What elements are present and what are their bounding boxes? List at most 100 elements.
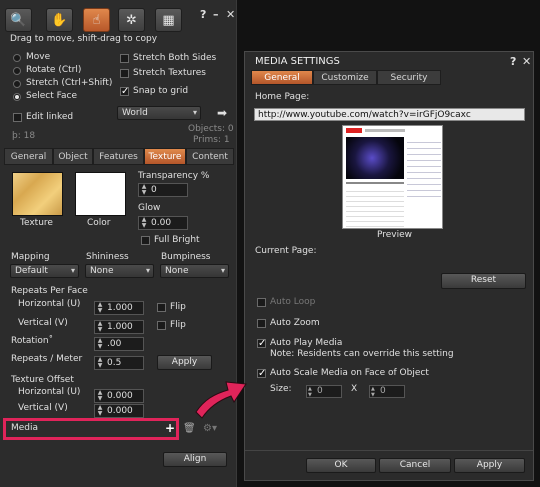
mode-stretch-label: Stretch (Ctrl+Shift)	[26, 78, 113, 88]
spinner-arrows-icon: ▲ ▼	[141, 216, 147, 229]
prims-count: Prims: 1	[193, 135, 230, 145]
mapping-label: Mapping	[11, 252, 50, 262]
spinner-arrows-icon: ▲ ▼	[97, 337, 103, 350]
auto-loop-label: Auto Loop	[270, 297, 316, 307]
horizontal-label: Horizontal (U)	[18, 299, 81, 309]
auto-loop-checkbox[interactable]	[257, 298, 266, 307]
rotation-spinner[interactable]: ▲ ▼ .00	[94, 337, 144, 351]
snap-grid-checkbox[interactable]: ✓	[120, 87, 129, 97]
mode-select-face-radio[interactable]	[13, 93, 21, 101]
horizontal-repeat-spinner[interactable]: ▲ ▼ 1.000	[94, 301, 144, 315]
add-media-button[interactable]: +	[165, 421, 175, 435]
edit-linked-checkbox[interactable]	[13, 113, 22, 122]
tab-general[interactable]: General	[251, 70, 313, 85]
auto-play-checkbox[interactable]: ✓	[257, 339, 266, 349]
help-icon[interactable]: ?	[510, 55, 516, 68]
media-label: Media	[11, 423, 39, 433]
flip-v-label: Flip	[170, 320, 186, 330]
grid-options-arrow-icon[interactable]: ➡	[217, 106, 227, 120]
grab-tool-icon[interactable]: ✋	[46, 8, 73, 32]
stretch-textures-checkbox[interactable]	[120, 69, 129, 78]
glow-label: Glow	[138, 203, 161, 213]
help-icon[interactable]: ?	[200, 8, 206, 21]
current-page-label: Current Page:	[255, 246, 317, 256]
mode-select-face-label: Select Face	[26, 91, 77, 101]
transparency-spinner[interactable]: ▲ ▼ 0	[138, 183, 188, 197]
vertical-repeat-spinner[interactable]: ▲ ▼ 1.000	[94, 320, 144, 334]
flip-v-checkbox[interactable]	[157, 321, 166, 330]
rotation-value: .00	[107, 339, 122, 349]
color-label: Color	[87, 218, 111, 228]
focus-tool-icon[interactable]: 🔍	[5, 8, 32, 32]
home-page-label: Home Page:	[255, 92, 310, 102]
media-settings-floater: MEDIA SETTINGS ? ✕ General Customize Sec…	[244, 51, 534, 481]
repeats-meter-value: 0.5	[107, 358, 122, 368]
texture-swatch[interactable]	[12, 172, 63, 216]
bumpiness-dropdown[interactable]: None ▾	[160, 264, 229, 278]
offset-horizontal-value: 0.000	[107, 391, 133, 401]
build-tabs: General Object Features Texture Content	[4, 148, 234, 165]
media-settings-title: MEDIA SETTINGS	[255, 56, 340, 67]
gear-icon[interactable]: ⚙▾	[203, 423, 217, 434]
size-x-label: X	[351, 384, 358, 394]
color-swatch[interactable]	[75, 172, 126, 216]
spinner-arrows-icon: ▲ ▼	[97, 389, 103, 402]
apply-button[interactable]: Apply	[454, 458, 525, 473]
land-tool-icon[interactable]: ▦	[155, 8, 182, 32]
grid-mode-dropdown[interactable]: World ▾	[117, 106, 201, 120]
shininess-value: None	[90, 266, 114, 276]
full-bright-checkbox[interactable]	[141, 236, 150, 245]
tab-security[interactable]: Security	[377, 70, 441, 85]
tab-object[interactable]: Object	[53, 148, 93, 165]
spinner-arrows-icon: ▲ ▼	[371, 386, 375, 398]
mode-stretch-radio[interactable]	[13, 80, 21, 88]
mode-move-radio[interactable]	[13, 54, 21, 62]
offset-vertical-value: 0.000	[107, 406, 133, 416]
close-icon[interactable]: ✕	[522, 55, 531, 68]
trash-icon[interactable]: 🗑	[183, 423, 196, 434]
offset-horizontal-label: Horizontal (U)	[18, 387, 81, 397]
repeats-per-face-label: Repeats Per Face	[11, 286, 88, 296]
mapping-dropdown[interactable]: Default ▾	[10, 264, 79, 278]
mode-rotate-radio[interactable]	[13, 67, 21, 75]
size-height-spinner[interactable]: ▲ ▼ 0	[369, 385, 405, 398]
repeats-meter-spinner[interactable]: ▲ ▼ 0.5	[94, 356, 144, 370]
auto-zoom-checkbox[interactable]	[257, 319, 266, 328]
objects-count: Objects: 0	[188, 124, 234, 134]
chevron-down-icon: ▾	[192, 108, 197, 117]
texture-offset-label: Texture Offset	[11, 375, 74, 385]
align-button[interactable]: Align	[163, 452, 227, 467]
tab-content[interactable]: Content	[186, 148, 234, 165]
size-width-spinner[interactable]: ▲ ▼ 0	[306, 385, 342, 398]
close-icon[interactable]: ✕	[226, 8, 235, 21]
home-page-url-input[interactable]: http://www.youtube.com/watch?v=irGFjO9ca…	[254, 108, 525, 121]
glow-spinner[interactable]: ▲ ▼ 0.00	[138, 216, 188, 230]
spinner-arrows-icon: ▲ ▼	[141, 183, 147, 196]
auto-play-note: Note: Residents can override this settin…	[270, 349, 454, 359]
mode-move-label: Move	[26, 52, 51, 62]
offset-vertical-spinner[interactable]: ▲ ▼ 0.000	[94, 404, 144, 418]
edit-tool-icon[interactable]: ☝	[83, 8, 110, 32]
spinner-arrows-icon: ▲ ▼	[97, 356, 103, 369]
chevron-down-icon: ▾	[220, 266, 225, 275]
tab-customize[interactable]: Customize	[313, 70, 377, 85]
cancel-button[interactable]: Cancel	[379, 458, 451, 473]
tab-features[interactable]: Features	[93, 148, 144, 165]
flip-u-checkbox[interactable]	[157, 303, 166, 312]
auto-scale-checkbox[interactable]: ✓	[257, 369, 266, 379]
minimize-icon[interactable]: –	[213, 8, 219, 21]
spinner-arrows-icon: ▲ ▼	[97, 320, 103, 333]
size-height-value: 0	[380, 386, 386, 396]
shininess-dropdown[interactable]: None ▾	[85, 264, 154, 278]
ok-button[interactable]: OK	[306, 458, 376, 473]
offset-horizontal-spinner[interactable]: ▲ ▼ 0.000	[94, 389, 144, 403]
stretch-both-checkbox[interactable]	[120, 54, 129, 63]
grid-mode-value: World	[122, 108, 148, 118]
auto-zoom-label: Auto Zoom	[270, 318, 320, 328]
tab-general[interactable]: General	[4, 148, 53, 165]
transparency-label: Transparency %	[138, 171, 210, 181]
tab-texture[interactable]: Texture	[144, 148, 186, 165]
reset-button[interactable]: Reset	[441, 273, 526, 289]
transparency-value: 0	[151, 185, 157, 195]
create-tool-icon[interactable]: ✲	[118, 8, 145, 32]
